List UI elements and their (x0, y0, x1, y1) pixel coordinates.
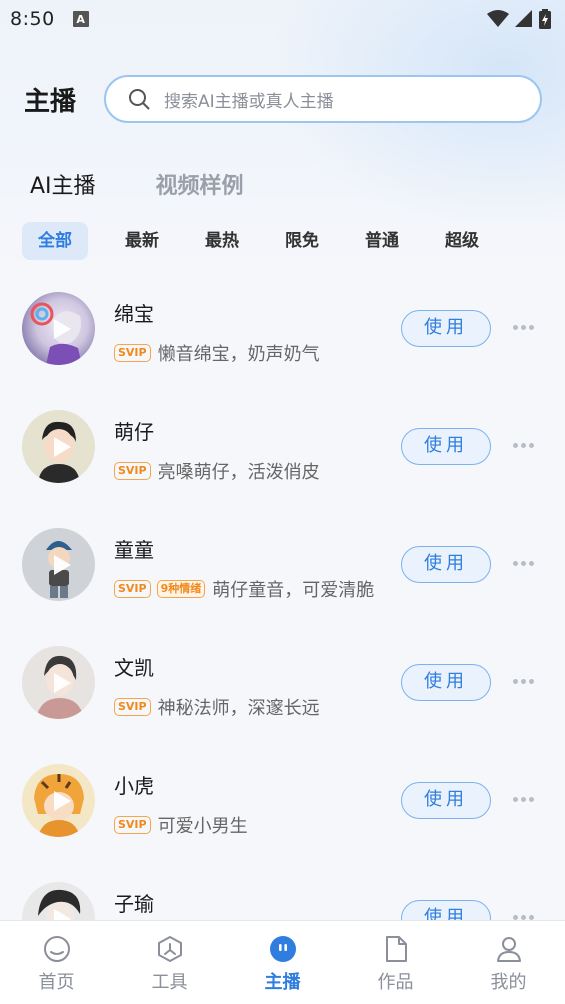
avatar[interactable] (22, 292, 95, 365)
search-placeholder: 搜索AI主播或真人主播 (164, 91, 334, 112)
play-icon (53, 554, 71, 575)
status-bar: 8:50 A (0, 0, 565, 38)
notification-icon: A (72, 11, 89, 27)
svip-badge: SVIP (114, 698, 151, 716)
more-options-icon[interactable] (513, 679, 534, 684)
battery-icon (539, 9, 551, 29)
status-time: 8:50 (10, 8, 55, 30)
bottom-nav: 首页 工具 主播 作品 我的 (0, 920, 565, 1004)
anchor-description: 可爱小男生 (157, 816, 248, 837)
nav-label: 作品 (377, 972, 414, 993)
tab-video-samples[interactable]: 视频样例 (156, 168, 244, 200)
list-item[interactable]: 绵宝 SVIP 懒音绵宝，奶声奶气 使用 (0, 270, 565, 388)
page-title: 主播 (24, 86, 77, 117)
filter-super[interactable]: 超级 (422, 222, 502, 260)
svip-badge: SVIP (114, 816, 151, 834)
avatar[interactable] (22, 764, 95, 837)
anchor-tags: SVIP 懒音绵宝，奶声奶气 (114, 340, 390, 366)
search-icon (129, 89, 150, 110)
anchor-name: 小虎 (114, 774, 154, 798)
nav-label: 首页 (38, 972, 75, 993)
svip-badge: SVIP (114, 344, 151, 362)
nav-label: 主播 (264, 972, 301, 993)
list-item[interactable]: 小虎 SVIP 可爱小男生 使用 (0, 742, 565, 860)
more-options-icon[interactable] (513, 561, 534, 566)
signal-icon (515, 10, 532, 27)
nav-works[interactable]: 作品 (339, 921, 452, 1004)
nav-tools[interactable]: 工具 (113, 921, 226, 1004)
use-button[interactable]: 使用 (401, 664, 491, 701)
nav-home[interactable]: 首页 (0, 921, 113, 1004)
anchor-description: 亮嗓萌仔，活泼俏皮 (157, 462, 320, 483)
use-button[interactable]: 使用 (401, 546, 491, 583)
nav-label: 我的 (490, 972, 527, 993)
play-icon (53, 672, 71, 693)
svip-badge: SVIP (114, 580, 151, 598)
search-input[interactable]: 搜索AI主播或真人主播 (104, 75, 542, 123)
play-icon (53, 436, 71, 457)
filter-all[interactable]: 全部 (22, 222, 88, 260)
use-button[interactable]: 使用 (401, 782, 491, 819)
list-item[interactable]: 文凯 SVIP 神秘法师，深邃长远 使用 (0, 624, 565, 742)
anchor-name: 绵宝 (114, 302, 154, 326)
anchor-tags: SVIP 亮嗓萌仔，活泼俏皮 (114, 458, 390, 484)
anchor-icon (269, 936, 296, 962)
top-tabs: AI主播 视频样例 (30, 168, 244, 200)
play-icon (53, 790, 71, 811)
nav-profile[interactable]: 我的 (452, 921, 565, 1004)
wifi-icon (487, 10, 509, 27)
nav-anchor[interactable]: 主播 (226, 921, 339, 1004)
emotion-badge: 9种情绪 (156, 580, 206, 598)
anchor-description: 萌仔童音，可爱清脆 (212, 580, 375, 601)
anchor-name: 童童 (114, 538, 154, 562)
more-options-icon[interactable] (513, 443, 534, 448)
filter-newest[interactable]: 最新 (102, 222, 182, 260)
works-icon (385, 936, 407, 962)
anchor-name: 萌仔 (114, 420, 154, 444)
filter-bar: 全部 最新 最热 限免 普通 超级 (22, 222, 502, 260)
play-icon (53, 318, 71, 339)
home-icon (43, 936, 70, 962)
filter-hottest[interactable]: 最热 (182, 222, 262, 260)
avatar[interactable] (22, 646, 95, 719)
svip-badge: SVIP (114, 462, 151, 480)
anchor-list: 绵宝 SVIP 懒音绵宝，奶声奶气 使用 萌仔 SVIP 亮嗓萌仔，活泼俏皮 使… (0, 270, 565, 978)
avatar[interactable] (22, 410, 95, 483)
avatar[interactable] (22, 528, 95, 601)
anchor-name: 文凯 (114, 656, 154, 680)
anchor-tags: SVIP 可爱小男生 (114, 812, 390, 838)
page-header: 主播 搜索AI主播或真人主播 (0, 75, 565, 123)
nav-label: 工具 (151, 972, 188, 993)
list-item[interactable]: 童童 SVIP 9种情绪 萌仔童音，可爱清脆 使用 (0, 506, 565, 624)
anchor-name: 子瑜 (114, 892, 154, 916)
use-button[interactable]: 使用 (401, 310, 491, 347)
more-options-icon[interactable] (513, 797, 534, 802)
more-options-icon[interactable] (513, 325, 534, 330)
filter-normal[interactable]: 普通 (342, 222, 422, 260)
profile-icon (496, 937, 521, 962)
anchor-tags: SVIP 神秘法师，深邃长远 (114, 694, 390, 720)
tab-ai-anchor[interactable]: AI主播 (30, 168, 96, 200)
list-item[interactable]: 萌仔 SVIP 亮嗓萌仔，活泼俏皮 使用 (0, 388, 565, 506)
status-icons (487, 9, 551, 29)
use-button[interactable]: 使用 (401, 428, 491, 465)
anchor-description: 懒音绵宝，奶声奶气 (157, 344, 320, 365)
filter-free[interactable]: 限免 (262, 222, 342, 260)
anchor-tags: SVIP 9种情绪 萌仔童音，可爱清脆 (114, 576, 390, 602)
anchor-description: 神秘法师，深邃长远 (157, 698, 320, 719)
tools-icon (157, 936, 182, 962)
